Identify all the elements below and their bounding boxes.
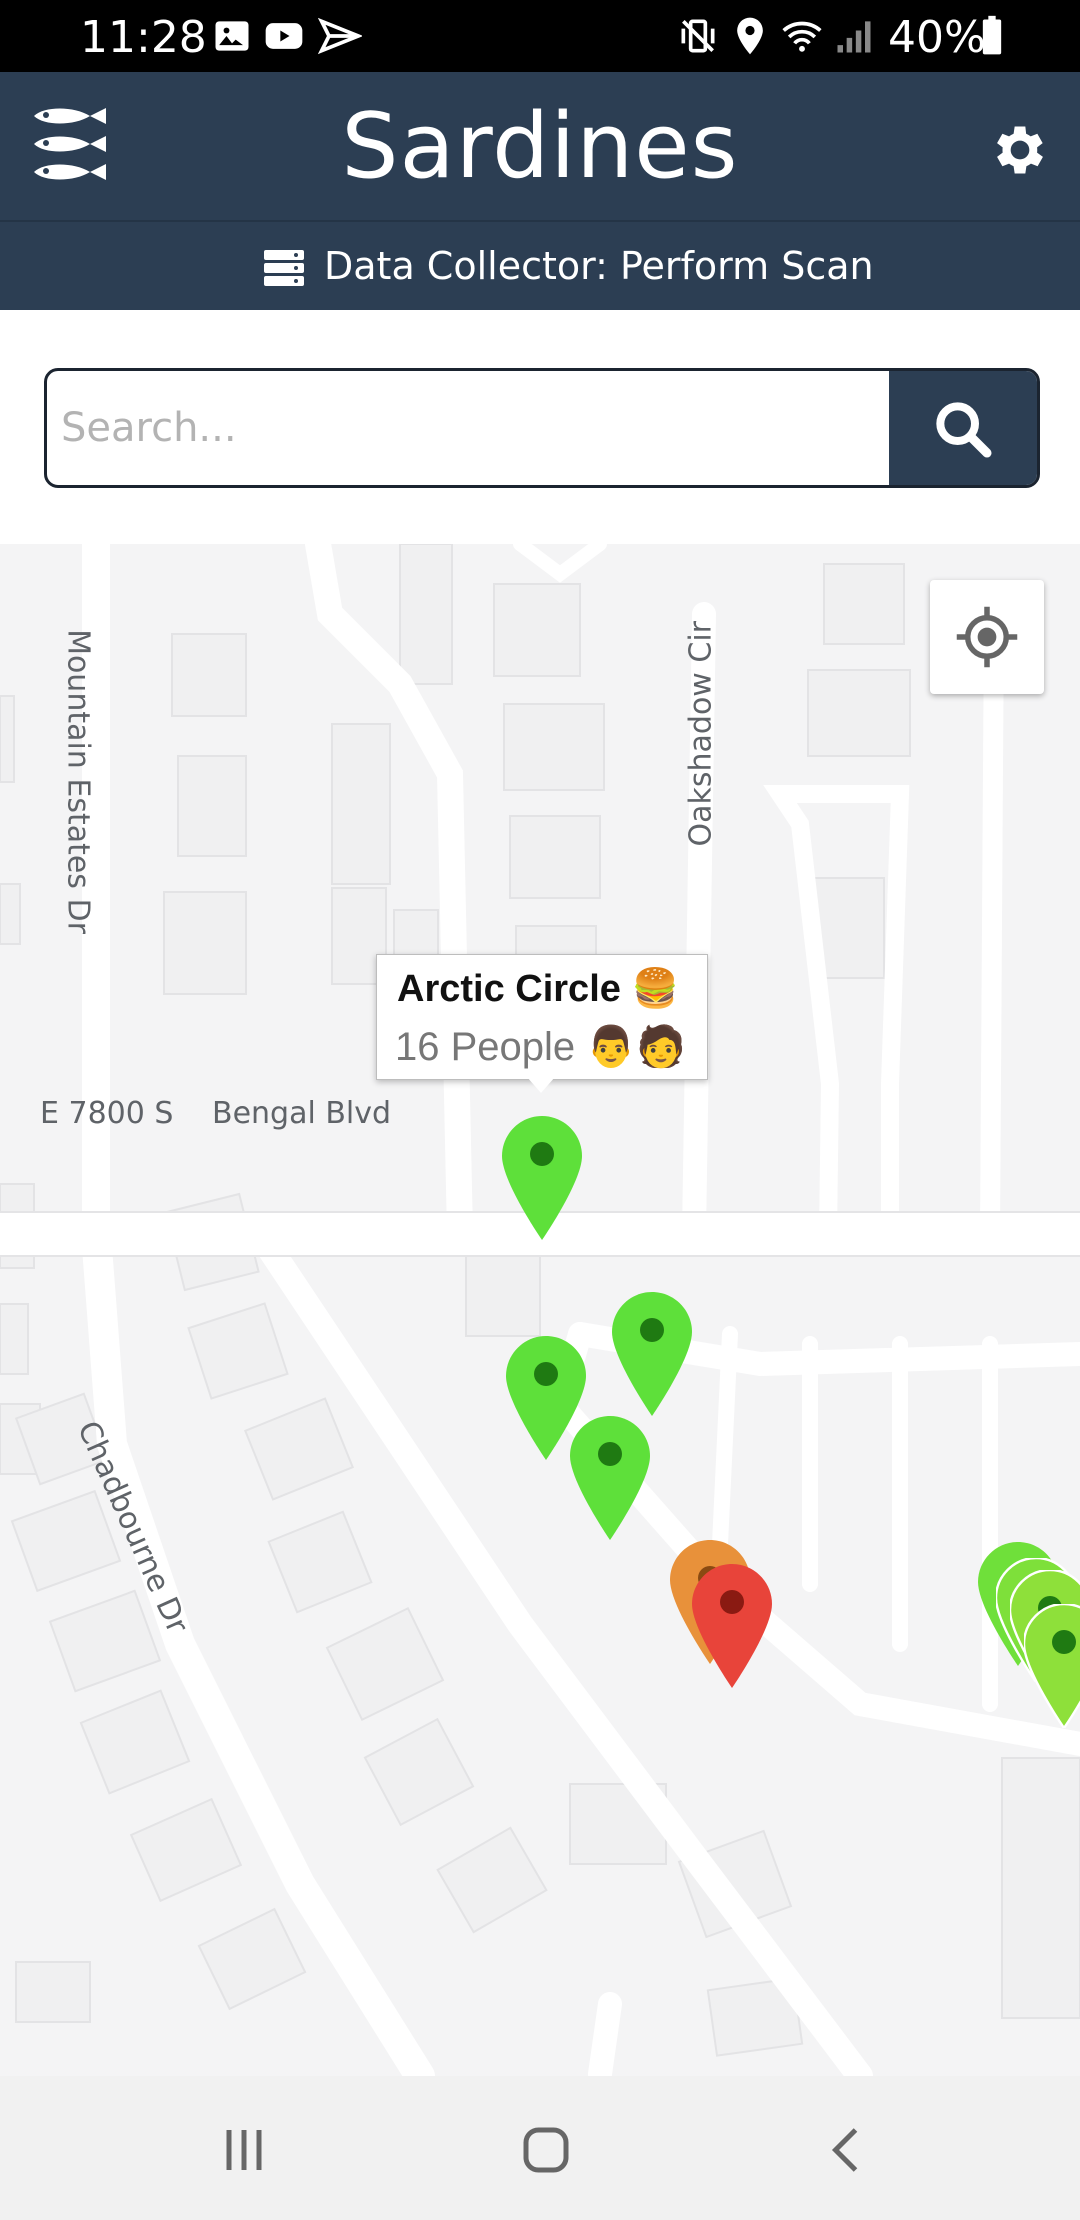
road-label-mountain-estates: Mountain Estates Dr [60, 629, 96, 934]
popup-place-title: Arctic Circle [397, 968, 621, 1010]
vibrate-icon [681, 19, 715, 53]
popup-place-name: Arctic Circle 🍔 [397, 967, 679, 1011]
battery-icon [982, 15, 1002, 55]
map-marker-red[interactable] [692, 1564, 772, 1688]
data-collector-bar[interactable]: Data Collector: Perform Scan [0, 220, 1080, 312]
location-icon [737, 17, 763, 55]
search-box [44, 368, 1040, 488]
home-icon[interactable] [516, 2120, 576, 2180]
map-marker-green[interactable] [612, 1292, 692, 1416]
map-marker-green[interactable] [1024, 1604, 1080, 1728]
youtube-icon [265, 23, 303, 49]
road-label-e7800: E 7800 S [40, 1096, 174, 1131]
back-icon[interactable] [818, 2120, 878, 2180]
signal-icon [837, 21, 871, 53]
map-view[interactable]: Mountain Estates Dr Oakshadow Cir E 7800… [0, 544, 1080, 2076]
data-collector-label: Data Collector: Perform Scan [324, 244, 874, 288]
status-time: 11:28 [80, 12, 207, 63]
app-bar: Sardines [0, 72, 1080, 220]
search-input[interactable] [47, 371, 901, 485]
search-icon [936, 402, 992, 458]
locate-me-button[interactable] [930, 580, 1044, 694]
map-marker-green[interactable] [502, 1116, 582, 1240]
recent-apps-icon[interactable] [214, 2120, 274, 2180]
popup-people-label: 16 People [395, 1025, 576, 1069]
send-icon [318, 17, 362, 55]
server-icon [264, 250, 304, 286]
search-button[interactable] [889, 371, 1037, 485]
place-info-popup[interactable]: Arctic Circle 🍔 16 People 👨🧑 [376, 954, 708, 1093]
gear-icon[interactable] [988, 118, 1052, 182]
app-title: Sardines [341, 94, 739, 199]
search-area [0, 310, 1080, 544]
road-label-bengal: Bengal Blvd [212, 1096, 392, 1131]
popup-pointer [527, 1077, 555, 1093]
people-emoji: 👨🧑 [586, 1025, 686, 1069]
burger-emoji: 🍔 [631, 968, 679, 1010]
system-nav-bar [0, 2076, 1080, 2220]
image-icon [215, 21, 249, 51]
road-label-oakshadow: Oakshadow Cir [683, 621, 719, 847]
map-marker-green[interactable] [570, 1416, 650, 1540]
popup-people-count: 16 People 👨🧑 [395, 1023, 686, 1070]
status-bar: 11:28 40% [0, 0, 1080, 72]
map-base [0, 544, 1080, 2076]
wifi-icon [782, 21, 822, 52]
my-location-icon [956, 606, 1018, 668]
